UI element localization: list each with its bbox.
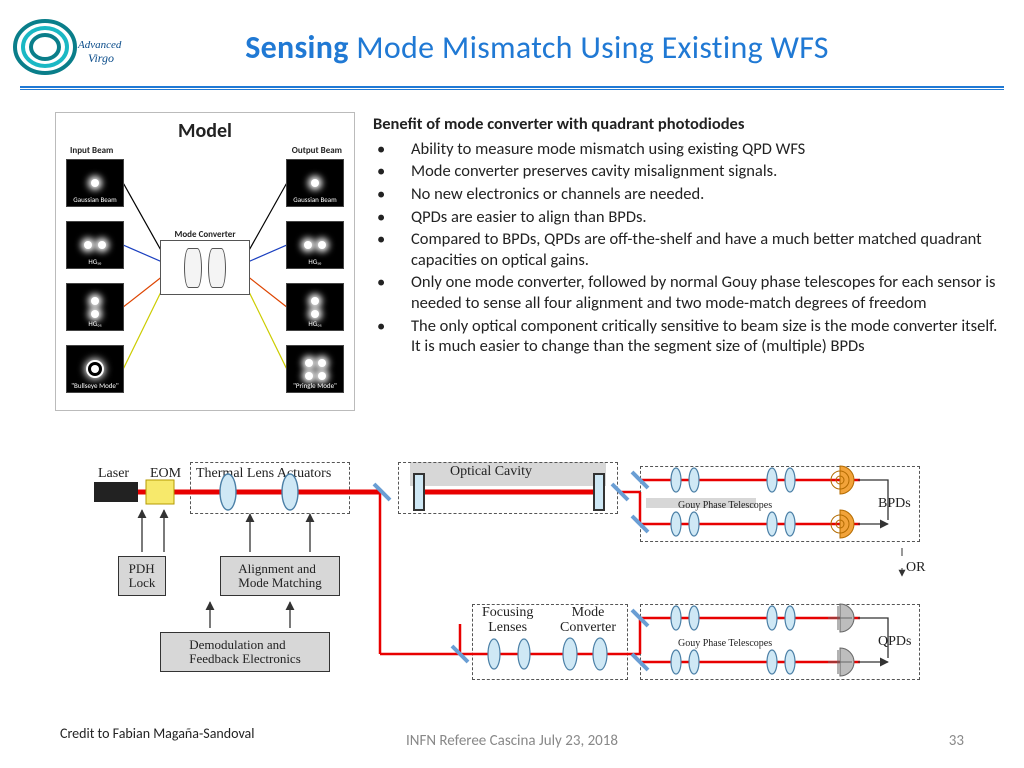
bullet-item: •Mode converter preserves cavity misalig… <box>373 161 1004 182</box>
bullet-item: •Compared to BPDs, QPDs are off-the-shel… <box>373 229 1004 270</box>
bullet-item: •Ability to measure mode mismatch using … <box>373 139 1004 160</box>
bullet-item: •No new electronics or channels are need… <box>373 184 1004 205</box>
title-divider <box>20 86 1004 90</box>
bullet-item: •QPDs are easier to align than BPDs. <box>373 207 1004 228</box>
model-diagram: Model Input Beam Output Beam <box>55 112 355 411</box>
slide-title: Sensing Mode Mismatch Using Existing WFS <box>130 28 1004 67</box>
advanced-virgo-logo: Advanced Virgo <box>10 16 130 78</box>
page-number: 33 <box>949 732 964 750</box>
logo-secondary: Virgo <box>88 51 114 65</box>
header: Advanced Virgo Sensing Mode Mismatch Usi… <box>0 0 1024 86</box>
optics-svg <box>80 456 960 704</box>
bullet-item: •The only optical component critically s… <box>373 316 1004 357</box>
optical-layout-diagram: Laser EOM Thermal Lens Actuators Optical… <box>80 456 960 704</box>
footer-text: INFN Referee Cascina July 23, 2018 <box>0 732 1024 750</box>
bullet-list: Benefit of mode converter with quadrant … <box>373 112 1004 411</box>
bullet-item: •Only one mode converter, followed by no… <box>373 272 1004 313</box>
mode-converter-icon: Mode Converter <box>160 240 250 295</box>
main-content: Model Input Beam Output Beam <box>0 102 1024 411</box>
logo-primary: Advanced <box>77 39 122 51</box>
